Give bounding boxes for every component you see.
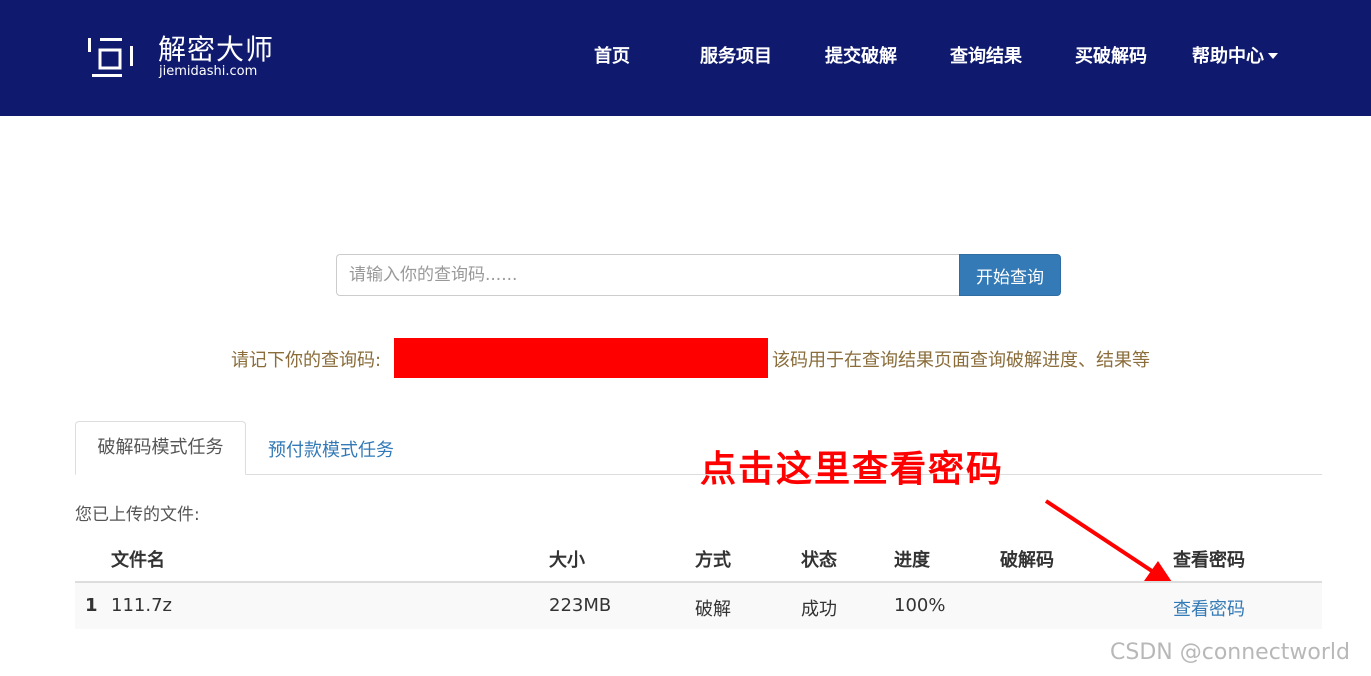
nav-item-home[interactable]: 首页 (594, 42, 630, 68)
tab-crack-code-mode[interactable]: 破解码模式任务 (75, 421, 246, 475)
annotation-text: 点击这里查看密码 (700, 449, 1005, 490)
search-group: 开始查询 (336, 254, 1061, 296)
nav-item-buy-code[interactable]: 买破解码 (1075, 42, 1147, 68)
uploaded-files-label: 您已上传的文件: (75, 505, 200, 525)
nav-item-submit[interactable]: 提交破解 (825, 42, 897, 68)
brand-domain: jiemidashi.com (159, 64, 258, 79)
query-code-input[interactable] (336, 254, 960, 296)
column-header-size: 大小 (549, 550, 585, 571)
watermark: CSDN @connectworld (1110, 640, 1350, 665)
start-query-button[interactable]: 开始查询 (959, 254, 1061, 296)
brand-logo[interactable]: 解密大师 jiemidashi.com (86, 28, 296, 84)
column-header-method: 方式 (695, 550, 731, 571)
redacted-query-code (394, 338, 768, 378)
row-index: 1 (85, 595, 98, 616)
query-code-notice-prefix: 请记下你的查询码: (231, 350, 382, 371)
column-header-view-password: 查看密码 (1173, 550, 1245, 571)
column-header-filename: 文件名 (111, 550, 165, 571)
nav-item-query-results[interactable]: 查询结果 (950, 42, 1022, 68)
row-method: 破解 (695, 599, 731, 620)
annotation-arrow-icon (1044, 499, 1174, 585)
nav-item-help-center[interactable]: 帮助中心 (1192, 42, 1278, 68)
nav-item-services[interactable]: 服务项目 (700, 42, 772, 68)
caret-down-icon (1268, 52, 1278, 59)
tab-prepaid-mode[interactable]: 预付款模式任务 (268, 436, 394, 462)
tabs-divider (75, 474, 1322, 475)
column-header-status: 状态 (801, 550, 837, 571)
row-progress: 100% (894, 595, 946, 616)
brand-mark-icon (88, 38, 133, 77)
row-size: 223MB (549, 595, 612, 616)
brand-name: 解密大师 (158, 33, 275, 66)
query-code-notice-suffix: 该码用于在查询结果页面查询破解进度、结果等 (772, 350, 1150, 371)
nav-item-help-label: 帮助中心 (1192, 46, 1264, 67)
top-navbar: 解密大师 jiemidashi.com 首页 服务项目 提交破解 查询结果 买破… (0, 0, 1371, 116)
row-filename: 111.7z (111, 595, 172, 616)
column-header-progress: 进度 (894, 550, 930, 571)
column-header-crack-code: 破解码 (1000, 550, 1054, 571)
row-status: 成功 (801, 599, 837, 620)
view-password-link[interactable]: 查看密码 (1173, 595, 1245, 621)
